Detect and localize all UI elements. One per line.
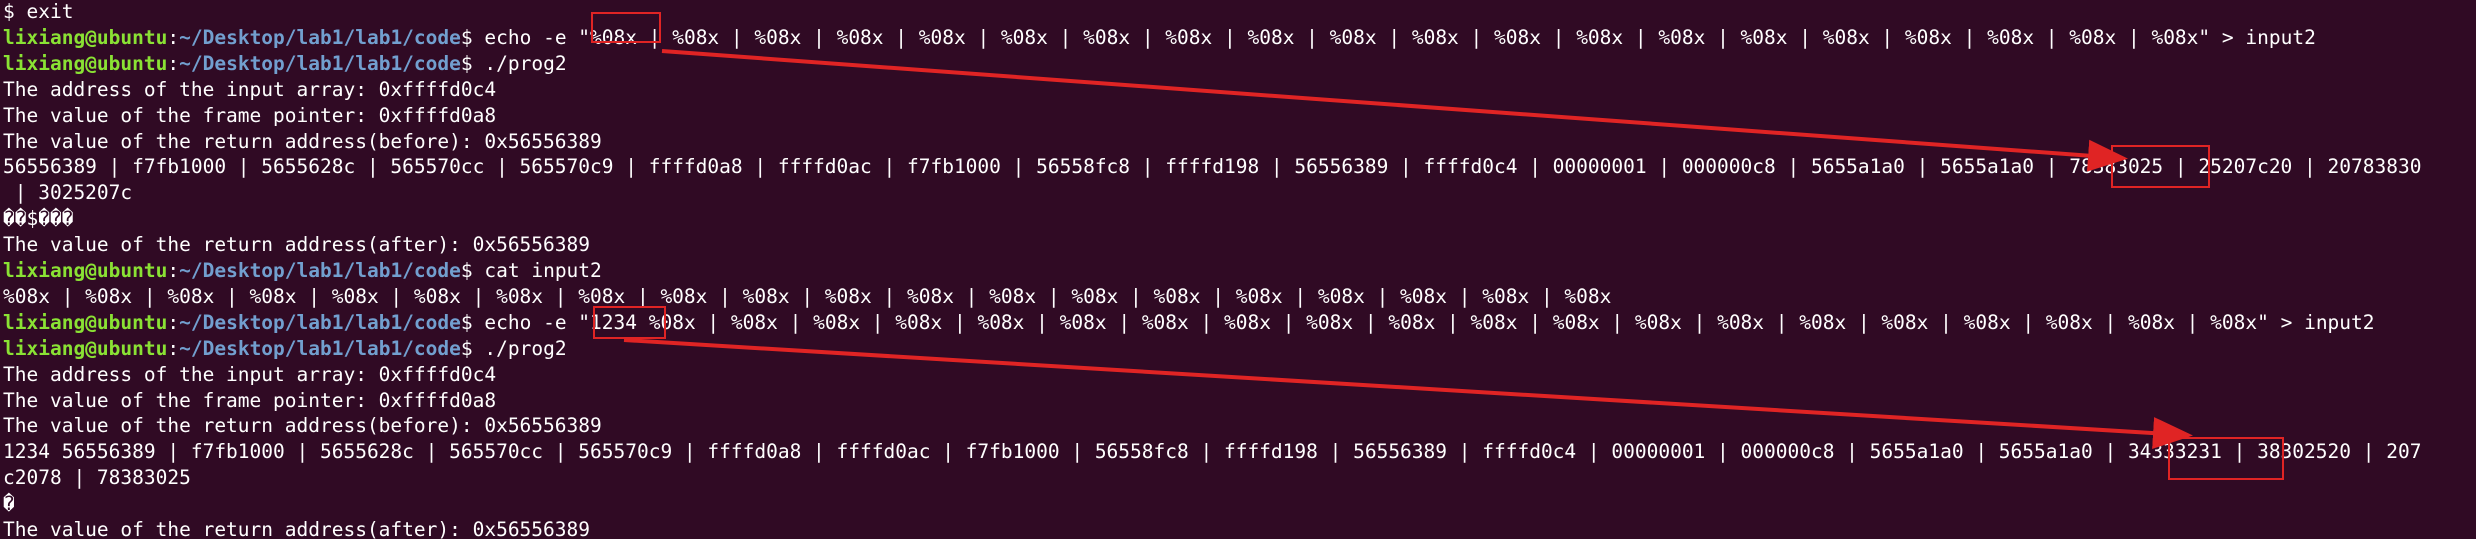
prompt-separator: :: [167, 336, 180, 360]
prompt-user-host: lixiang@ubuntu: [3, 51, 168, 75]
prompt-separator: :: [167, 25, 180, 49]
prompt-path: ~/Desktop/lab1/lab1/code: [179, 259, 461, 282]
output-line: The address of the input array: 0xffffd0…: [3, 77, 497, 101]
highlight-box-1234-input: [593, 306, 666, 339]
arrow-to-78383025: [661, 49, 2128, 172]
output-line: The value of the frame pointer: 0xffffd0…: [3, 388, 497, 412]
prompt-user-host: lixiang@ubuntu: [3, 25, 168, 49]
output-line: 1234 56556389 | f7fb1000 | 5655628c | 56…: [3, 440, 2422, 464]
prompt-path: ~/Desktop/lab1/lab1/code: [179, 310, 461, 334]
prompt-path: ~/Desktop/lab1/lab1/code: [179, 336, 461, 360]
prompt-symbol: $: [460, 310, 485, 334]
prompt-path: ~/Desktop/lab1/lab1/code: [179, 51, 461, 75]
prompt-separator: :: [167, 310, 180, 334]
prompt-user-host: lixiang@ubuntu: [3, 259, 168, 282]
highlight-box-format-specifier: [591, 12, 661, 43]
prompt-symbol: $: [460, 259, 485, 282]
prompt-path: ~/Desktop/lab1/lab1/code: [179, 25, 461, 49]
command-line: lixiang@ubuntu:~/Desktop/lab1/lab1/code$…: [3, 25, 2316, 51]
prompt-user-host: lixiang@ubuntu: [3, 310, 168, 334]
terminal-window[interactable]: $ exit lixiang@ubuntu:~/Desktop/lab1/lab1…: [0, 0, 2476, 539]
output-line: The value of the frame pointer: 0xffffd0…: [3, 103, 497, 127]
prompt-symbol: $: [460, 51, 485, 75]
command-text: ./prog2: [484, 51, 567, 75]
output-line: 56556389 | f7fb1000 | 5655628c | 565570c…: [3, 155, 2422, 179]
command-line: lixiang@ubuntu:~/Desktop/lab1/lab1/code$…: [3, 51, 567, 77]
prompt-symbol: $: [460, 336, 485, 360]
command-line: lixiang@ubuntu:~/Desktop/lab1/lab1/code$…: [3, 310, 2375, 336]
output-line: The value of the return address(after): …: [3, 518, 590, 539]
output-line: ��$���: [3, 207, 74, 231]
command-line: lixiang@ubuntu:~/Desktop/lab1/lab1/code$…: [3, 258, 602, 284]
output-line: The address of the input array: 0xffffd0…: [3, 362, 497, 386]
command-text: cat input2: [484, 259, 602, 282]
output-line: �: [3, 492, 15, 516]
highlight-box-leaked-78383025: [2111, 145, 2210, 188]
arrow-to-34333231: [623, 338, 2193, 450]
prompt-separator: :: [167, 51, 180, 75]
prompt-separator: :: [167, 259, 180, 282]
prompt-user-host: lixiang@ubuntu: [3, 336, 168, 360]
highlight-box-leaked-34333231: [2168, 437, 2284, 480]
output-line: The value of the return address(after): …: [3, 233, 590, 257]
output-line: The value of the return address(before):…: [3, 414, 602, 438]
output-line: c2078 | 78383025: [3, 466, 191, 490]
command-text: echo -e "%08x | %08x | %08x | %08x | %08…: [484, 25, 2316, 49]
command-line: lixiang@ubuntu:~/Desktop/lab1/lab1/code$…: [3, 336, 567, 362]
prompt-symbol: $: [460, 25, 485, 49]
output-line: %08x | %08x | %08x | %08x | %08x | %08x …: [3, 284, 1612, 308]
output-line: $ exit: [3, 0, 74, 23]
command-text: ./prog2: [484, 336, 567, 360]
command-text: echo -e "1234 %08x | %08x | %08x | %08x …: [484, 310, 2375, 334]
output-line: The value of the return address(before):…: [3, 129, 602, 153]
output-line: | 3025207c: [3, 181, 133, 205]
